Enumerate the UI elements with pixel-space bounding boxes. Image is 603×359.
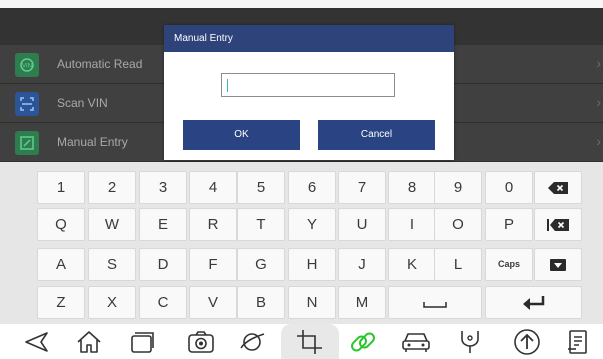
caps-key[interactable]: Caps xyxy=(485,248,533,281)
svg-text:VIN: VIN xyxy=(22,64,32,70)
space-key[interactable] xyxy=(388,286,482,319)
key-6[interactable]: 6 xyxy=(288,171,336,204)
key-i[interactable]: I xyxy=(388,208,436,241)
space-bar-icon xyxy=(423,302,447,308)
chevron-right-icon: › xyxy=(596,94,601,110)
key-y[interactable]: Y xyxy=(288,208,336,241)
manual-entry-dialog: Manual Entry OK Cancel xyxy=(164,25,454,160)
menu-item-label: Automatic Read xyxy=(57,57,143,71)
key-a[interactable]: A xyxy=(37,248,85,281)
crop-icon[interactable] xyxy=(287,324,333,359)
enter-key[interactable] xyxy=(485,286,582,319)
delete-back-icon xyxy=(547,219,569,231)
link-icon[interactable] xyxy=(340,324,386,359)
key-q[interactable]: Q xyxy=(37,208,85,241)
key-2[interactable]: 2 xyxy=(88,171,136,204)
key-p[interactable]: P xyxy=(485,208,533,241)
browser-icon[interactable] xyxy=(229,324,275,359)
recent-apps-icon[interactable] xyxy=(118,324,164,359)
key-z[interactable]: Z xyxy=(37,286,85,319)
key-g[interactable]: G xyxy=(237,248,285,281)
key-3[interactable]: 3 xyxy=(139,171,187,204)
car-icon[interactable] xyxy=(393,324,439,359)
upload-icon[interactable] xyxy=(504,324,550,359)
chevron-right-icon: › xyxy=(596,55,601,71)
key-v[interactable]: V xyxy=(189,286,237,319)
key-w[interactable]: W xyxy=(88,208,136,241)
text-caret xyxy=(227,79,228,92)
hide-keyboard-key[interactable] xyxy=(534,248,582,281)
menu-item-label: Scan VIN xyxy=(57,96,108,110)
key-l[interactable]: L xyxy=(434,248,482,281)
enter-icon xyxy=(522,296,544,310)
on-screen-keyboard: 1 2 3 4 5 6 7 8 9 0 Q W E R T Y U I O P … xyxy=(0,162,603,324)
key-t[interactable]: T xyxy=(237,208,285,241)
key-8[interactable]: 8 xyxy=(388,171,436,204)
dialog-title: Manual Entry xyxy=(164,25,454,52)
auto-read-icon: VIN xyxy=(15,53,39,77)
key-d[interactable]: D xyxy=(139,248,187,281)
key-c[interactable]: C xyxy=(139,286,187,319)
key-0[interactable]: 0 xyxy=(485,171,533,204)
cancel-button[interactable]: Cancel xyxy=(318,120,435,150)
scan-vin-icon xyxy=(15,92,39,116)
ok-button[interactable]: OK xyxy=(183,120,300,150)
key-b[interactable]: B xyxy=(237,286,285,319)
key-n[interactable]: N xyxy=(288,286,336,319)
key-9[interactable]: 9 xyxy=(434,171,482,204)
camera-icon[interactable] xyxy=(178,324,224,359)
chevron-right-icon: › xyxy=(596,133,601,149)
stethoscope-icon[interactable] xyxy=(447,324,493,359)
delete-back-key[interactable] xyxy=(534,208,582,241)
key-j[interactable]: J xyxy=(338,248,386,281)
key-o[interactable]: O xyxy=(434,208,482,241)
key-x[interactable]: X xyxy=(88,286,136,319)
key-5[interactable]: 5 xyxy=(237,171,285,204)
key-r[interactable]: R xyxy=(189,208,237,241)
app-screen: VIN Automatic Read › Scan VIN › Manual E… xyxy=(0,0,603,359)
key-u[interactable]: U xyxy=(338,208,386,241)
backspace-icon xyxy=(548,182,568,194)
backspace-key[interactable] xyxy=(534,171,582,204)
key-4[interactable]: 4 xyxy=(189,171,237,204)
back-icon[interactable] xyxy=(14,324,60,359)
key-s[interactable]: S xyxy=(88,248,136,281)
key-7[interactable]: 7 xyxy=(338,171,386,204)
home-icon[interactable] xyxy=(66,324,112,359)
hide-keyboard-icon xyxy=(550,259,566,271)
vin-input[interactable] xyxy=(221,73,395,97)
key-k[interactable]: K xyxy=(388,248,436,281)
key-m[interactable]: M xyxy=(338,286,386,319)
key-1[interactable]: 1 xyxy=(37,171,85,204)
key-h[interactable]: H xyxy=(288,248,336,281)
menu-item-label: Manual Entry xyxy=(57,135,128,149)
document-icon[interactable] xyxy=(555,324,601,359)
key-e[interactable]: E xyxy=(139,208,187,241)
manual-entry-icon xyxy=(15,131,39,155)
key-f[interactable]: F xyxy=(189,248,237,281)
